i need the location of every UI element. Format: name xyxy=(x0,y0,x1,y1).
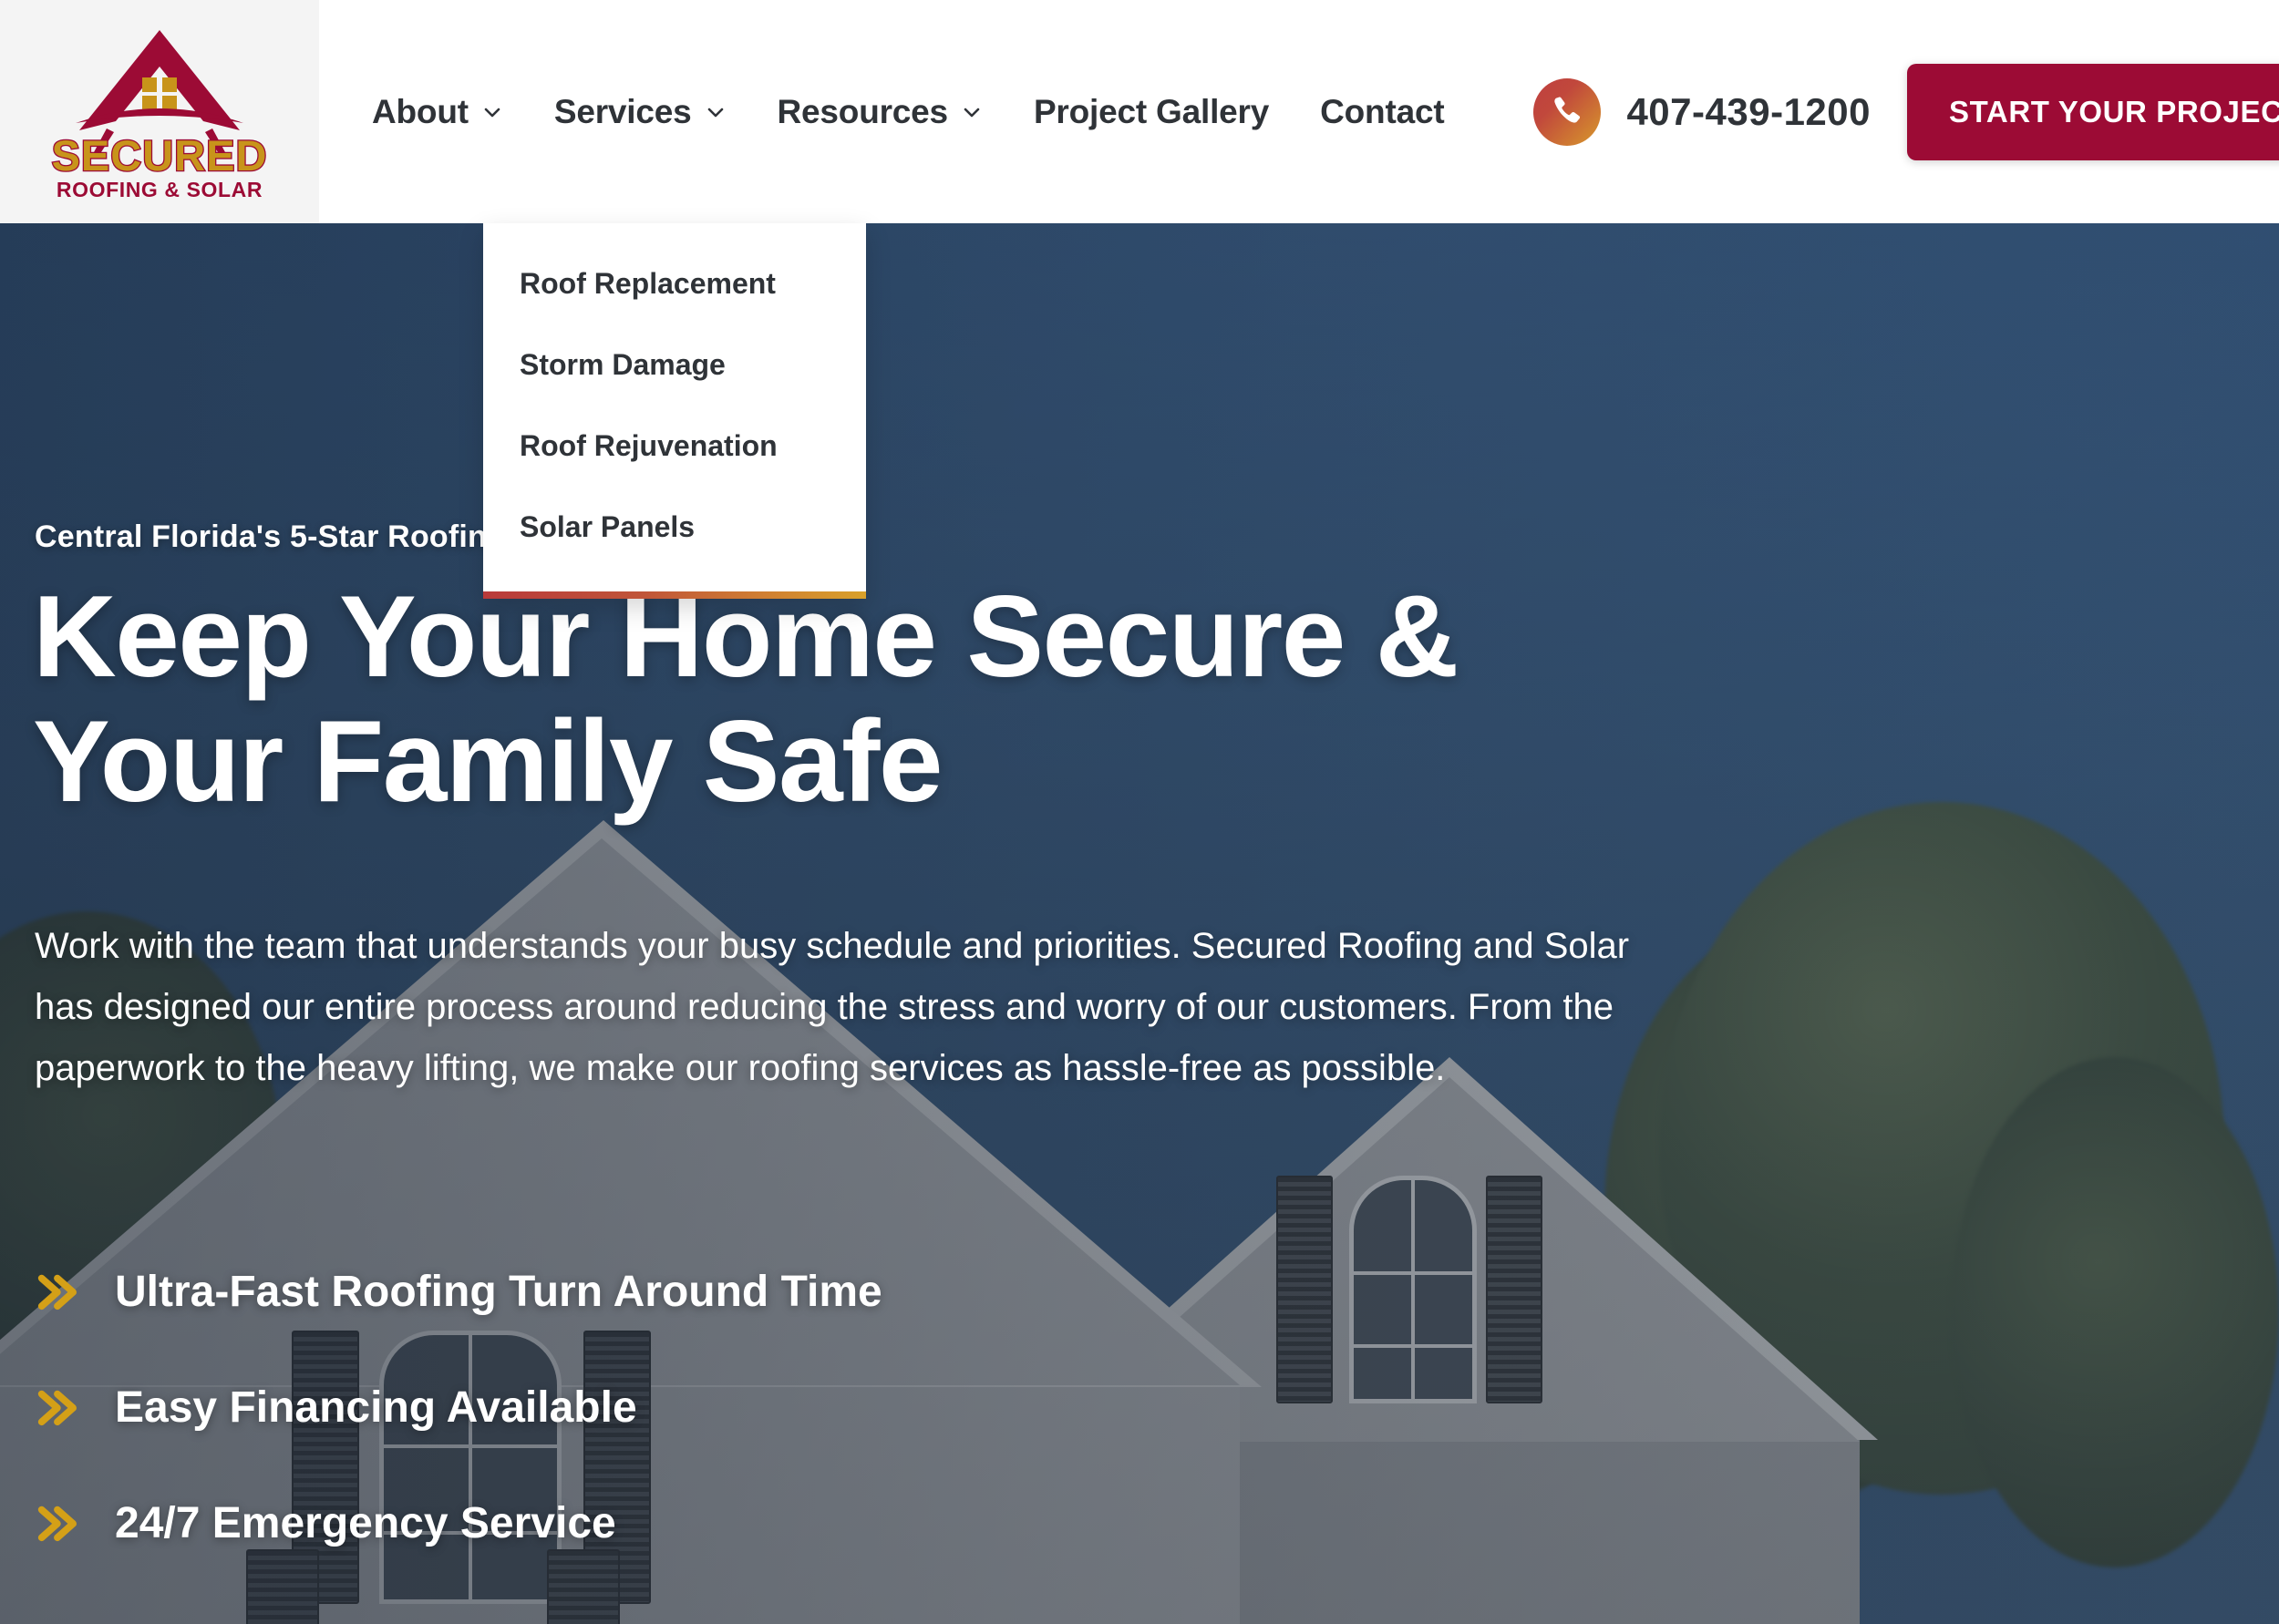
nav-item-contact-label: Contact xyxy=(1320,92,1445,130)
logo[interactable]: SECURED ROOFING & SOLAR xyxy=(0,0,319,223)
services-dropdown-menu: Roof Replacement Storm Damage Roof Rejuv… xyxy=(483,223,866,599)
phone-link[interactable]: 407-439-1200 xyxy=(1533,77,1872,146)
double-chevron-right-icon xyxy=(35,1385,77,1431)
hero-headline: Keep Your Home Secure & Your Family Safe xyxy=(33,573,1583,827)
feature-label: 24/7 Emergency Service xyxy=(115,1499,616,1547)
phone-number: 407-439-1200 xyxy=(1626,89,1872,133)
chevron-down-icon xyxy=(705,101,727,123)
double-chevron-right-icon xyxy=(35,1269,77,1315)
secured-roofing-solar-logo-icon: SECURED ROOFING & SOLAR xyxy=(50,30,268,201)
nav-item-project-gallery[interactable]: Project Gallery xyxy=(1008,93,1294,131)
feature-label: Ultra-Fast Roofing Turn Around Time xyxy=(115,1268,882,1316)
hero-body-text: Work with the team that understands your… xyxy=(35,926,1630,1089)
double-chevron-right-icon xyxy=(35,1501,77,1547)
nav-item-resources[interactable]: Resources xyxy=(752,93,1008,131)
start-your-project-button[interactable]: START YOUR PROJECT xyxy=(1907,63,2279,160)
chevron-down-icon xyxy=(961,101,983,123)
main-navigation: About Services Resources Project Gallery… xyxy=(319,0,2279,223)
nav-item-contact[interactable]: Contact xyxy=(1294,93,1469,131)
list-item: Easy Financing Available xyxy=(35,1382,882,1433)
nav-item-about-label: About xyxy=(372,92,469,130)
svg-text:SECURED: SECURED xyxy=(52,131,268,180)
chevron-down-icon xyxy=(481,101,503,123)
svg-text:ROOFING & SOLAR: ROOFING & SOLAR xyxy=(57,178,263,201)
nav-item-services-label: Services xyxy=(553,92,692,130)
dropdown-item-solar-panels[interactable]: Solar Panels xyxy=(483,487,866,568)
hero-headline-line-2: Your Family Safe xyxy=(33,696,944,827)
hero-feature-list: Ultra-Fast Roofing Turn Around Time Easy… xyxy=(35,1267,882,1614)
dropdown-item-roof-replacement[interactable]: Roof Replacement xyxy=(483,243,866,324)
site-header: SECURED ROOFING & SOLAR About Services R… xyxy=(0,0,2279,223)
nav-item-resources-label: Resources xyxy=(777,92,949,130)
list-item: Ultra-Fast Roofing Turn Around Time xyxy=(35,1267,882,1317)
phone-icon xyxy=(1533,77,1602,146)
hero-section: Central Florida's 5-Star Roofing Company… xyxy=(0,223,2279,1624)
nav-item-about[interactable]: About xyxy=(346,93,529,131)
nav-item-project-gallery-label: Project Gallery xyxy=(1033,92,1270,130)
list-item: 24/7 Emergency Service xyxy=(35,1498,882,1548)
nav-item-services[interactable]: Services xyxy=(529,93,752,131)
feature-label: Easy Financing Available xyxy=(115,1383,637,1432)
dropdown-item-roof-rejuvenation[interactable]: Roof Rejuvenation xyxy=(483,406,866,487)
dropdown-item-storm-damage[interactable]: Storm Damage xyxy=(483,324,866,406)
